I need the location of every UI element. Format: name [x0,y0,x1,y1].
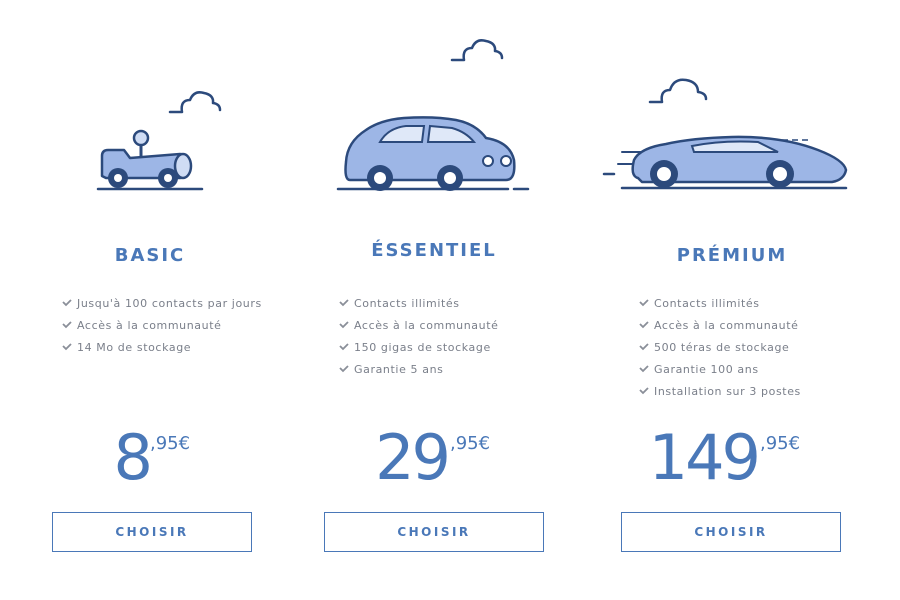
plan-card-premium: PRÉMIUM Contacts illimités Accès à la co… [582,0,882,600]
feature-text: 14 Mo de stockage [77,340,192,354]
choose-button-essentiel[interactable]: CHOISIR [324,512,544,552]
toy-car-icon [0,0,300,210]
feature-text: Accès à la communauté [77,318,222,332]
feature-item: Jusqu'à 100 contacts par jours [60,292,262,314]
plan-card-basic: BASIC Jusqu'à 100 contacts par jours Acc… [0,0,300,600]
check-icon [637,318,651,332]
check-icon [60,296,74,310]
feature-item: 14 Mo de stockage [60,336,262,358]
price-decimal-wrap: ,95€ [450,418,530,498]
check-icon [337,318,351,332]
feature-list: Contacts illimités Accès à la communauté… [337,292,499,380]
plan-name: PRÉMIUM [676,245,788,266]
plan-name: BASIC [114,245,186,266]
sports-car-icon [582,0,882,210]
check-icon [637,384,651,398]
check-icon [337,296,351,310]
feature-item: Garantie 5 ans [337,358,499,380]
price: 149 [582,418,761,498]
feature-item: 500 téras de stockage [637,336,801,358]
check-icon [637,362,651,376]
feature-text: Contacts illimités [654,296,760,310]
price-integer: 8 [113,421,153,494]
car-icon [284,0,584,210]
plan-name: ÉSSENTIEL [371,240,497,261]
feature-text: Installation sur 3 postes [654,384,801,398]
price-decimal: ,95€ [450,433,491,454]
feature-text: 500 téras de stockage [654,340,790,354]
feature-item: 150 gigas de stockage [337,336,499,358]
plan-card-essentiel: ÉSSENTIEL Contacts illimités Accès à la … [284,0,584,600]
feature-item: Installation sur 3 postes [637,380,801,402]
pricing-page: BASIC Jusqu'à 100 contacts par jours Acc… [0,0,900,600]
cloud-icon [648,78,708,104]
check-icon [637,340,651,354]
feature-text: Accès à la communauté [654,318,799,332]
price: 8 [0,418,153,498]
feature-list: Jusqu'à 100 contacts par jours Accès à l… [60,292,262,358]
feature-text: Accès à la communauté [354,318,499,332]
feature-text: Garantie 5 ans [354,362,444,376]
price-decimal-wrap: ,95€ [760,418,840,498]
choose-button-basic[interactable]: CHOISIR [52,512,252,552]
feature-text: Garantie 100 ans [654,362,759,376]
feature-item: Contacts illimités [337,292,499,314]
check-icon [60,340,74,354]
feature-item: Accès à la communauté [637,314,801,336]
feature-list: Contacts illimités Accès à la communauté… [637,292,801,402]
feature-item: Garantie 100 ans [637,358,801,380]
check-icon [637,296,651,310]
price-decimal-wrap: ,95€ [150,418,230,498]
cloud-icon [168,91,222,114]
choose-button-premium[interactable]: CHOISIR [621,512,841,552]
feature-text: 150 gigas de stockage [354,340,491,354]
price-integer: 149 [648,421,761,494]
check-icon [337,340,351,354]
price-decimal: ,95€ [760,433,801,454]
check-icon [60,318,74,332]
feature-item: Contacts illimités [637,292,801,314]
price: 29 [284,418,451,498]
feature-text: Jusqu'à 100 contacts par jours [77,296,262,310]
price-integer: 29 [375,421,451,494]
feature-item: Accès à la communauté [337,314,499,336]
feature-text: Contacts illimités [354,296,460,310]
cloud-icon [450,39,504,62]
check-icon [337,362,351,376]
feature-item: Accès à la communauté [60,314,262,336]
price-decimal: ,95€ [150,433,191,454]
